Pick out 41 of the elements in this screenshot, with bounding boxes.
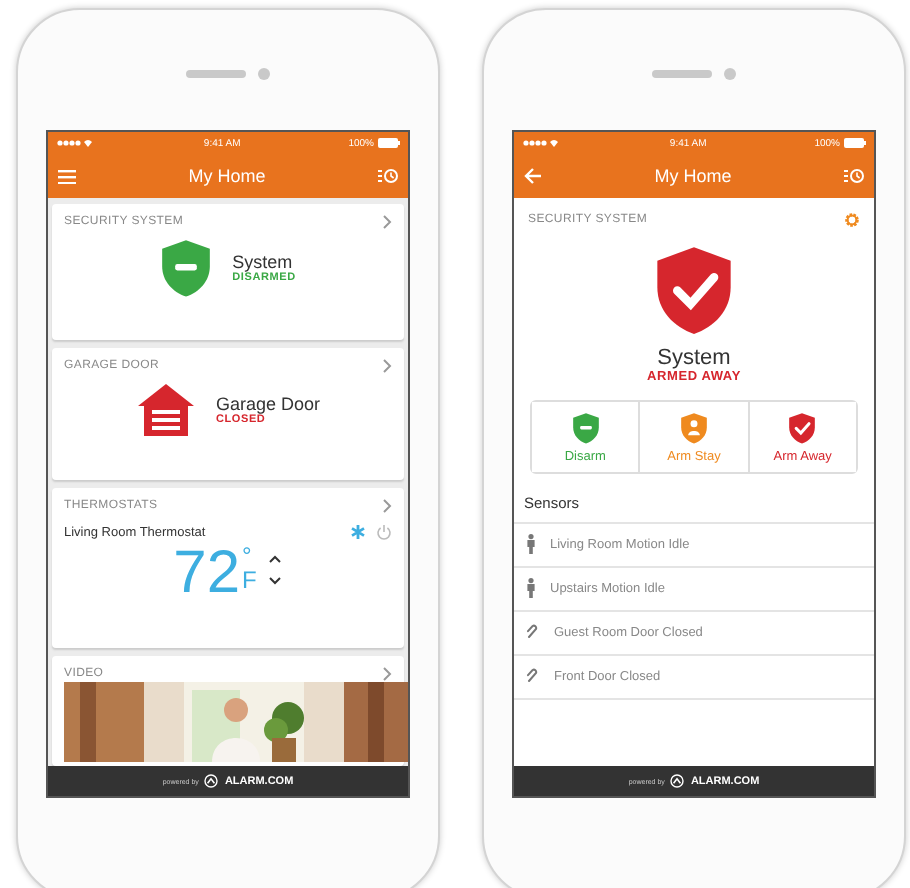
snowflake-icon[interactable] [350,524,366,540]
signal-wifi-icon [56,138,96,148]
camera-lens [724,68,736,80]
person-icon [526,534,536,555]
scenes-icon[interactable] [377,168,398,184]
device-name: Garage Door [215,394,321,414]
paperclip-icon [526,668,540,685]
settings-icon[interactable] [844,212,860,228]
menu-icon[interactable] [58,169,76,183]
shield-check-icon [788,411,817,444]
speaker-grille [652,70,712,78]
system-name: System [657,345,731,370]
chevron-right-icon[interactable] [382,666,392,682]
signal-wifi-icon [522,138,562,148]
battery-icon [378,138,400,148]
garage-icon [135,382,196,438]
degree-symbol: ° [242,544,254,568]
camera-lens [258,68,270,80]
chevron-right-icon[interactable] [382,358,392,374]
paperclip-icon [526,624,540,641]
person-icon [526,578,536,599]
speaker-grille [186,70,246,78]
logo-icon [204,774,219,788]
shield-person-icon [679,411,708,444]
temperature-unit: F [242,568,257,592]
chevron-right-icon[interactable] [382,214,392,230]
back-arrow-icon[interactable] [524,168,542,184]
logo-icon [670,774,685,788]
chevron-right-icon[interactable] [382,498,392,514]
scenes-icon[interactable] [843,168,864,184]
power-icon[interactable] [376,524,392,540]
chevron-down-icon[interactable] [268,576,283,586]
device-name: System [232,252,293,273]
shield-minus-icon [571,411,600,444]
screen-title: My Home [654,166,732,186]
shield-check-icon [654,244,734,338]
screen-title: My Home [188,166,266,186]
chevron-up-icon[interactable] [268,554,283,564]
battery-icon [844,138,866,148]
temperature-reading: 72 [173,544,241,604]
shield-minus-icon [160,238,213,299]
